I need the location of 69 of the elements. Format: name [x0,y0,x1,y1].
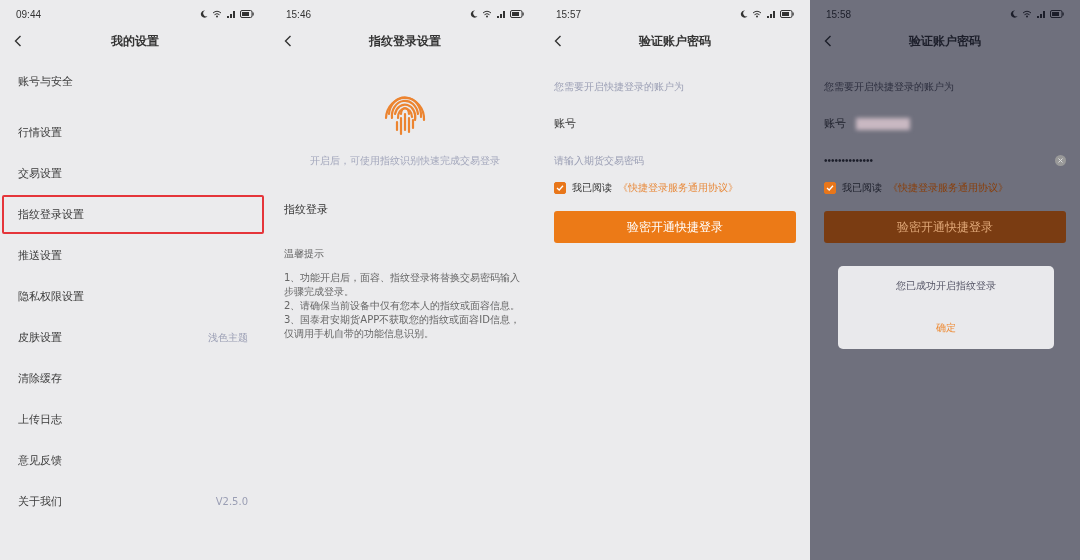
highlighted-settings-item[interactable]: 指纹登录设置 [2,195,264,234]
moon-icon [1010,10,1018,18]
checkbox[interactable] [554,182,566,194]
moon-icon [740,10,748,18]
settings-item[interactable]: 交易设置 [2,154,264,193]
password-field[interactable]: 请输入期货交易密码 [554,155,796,166]
settings-item[interactable]: 上传日志 [2,400,264,439]
battery-icon [240,10,254,18]
item-value: V2.5.0 [215,496,248,507]
battery-icon [780,10,794,18]
settings-item[interactable]: 皮肤设置 浅色主题 [2,318,264,357]
screen-title: 验证账户密码 [909,32,981,50]
caption-text: 开启后，可使用指纹识别快速完成交易登录 [310,154,500,168]
clear-icon[interactable] [1055,155,1066,166]
item-label: 隐私权限设置 [18,289,84,304]
item-label: 皮肤设置 [18,330,62,345]
tips-title: 温馨提示 [284,247,325,261]
settings-item[interactable]: 关于我们 V2.5.0 [2,482,264,521]
item-label: 清除缓存 [18,371,62,386]
back-icon[interactable] [554,35,562,47]
item-label: 关于我们 [18,494,62,509]
item-label: 推送设置 [18,248,62,263]
signal-icon [1036,10,1046,18]
moon-icon [200,10,208,18]
signal-icon [226,10,236,18]
wifi-icon [212,10,222,18]
item-label: 意见反馈 [18,453,62,468]
verify-button[interactable]: 验密开通快捷登录 [824,211,1066,243]
item-label: 交易设置 [18,166,62,181]
settings-item[interactable]: 推送设置 [2,236,264,275]
item-label: 指纹登录设置 [18,207,84,222]
agree-text: 我已阅读 [572,181,612,195]
account-label: 账号 [824,116,846,131]
agree-text: 我已阅读 [842,181,882,195]
moon-icon [470,10,478,18]
settings-item[interactable]: 隐私权限设置 [2,277,264,316]
back-icon[interactable] [284,35,292,47]
wifi-icon [752,10,762,18]
settings-item[interactable]: 行情设置 [2,113,264,152]
dialog-message: 您已成功开启指纹登录 [896,279,996,294]
settings-item[interactable]: 清除缓存 [2,359,264,398]
checkbox[interactable] [824,182,836,194]
signal-icon [496,10,506,18]
signal-icon [766,10,776,18]
account-label: 账号 [554,116,576,131]
screen-title: 我的设置 [111,32,159,50]
status-time: 15:58 [826,8,852,20]
item-value: 浅色主题 [208,330,248,345]
status-time: 15:46 [286,8,312,20]
back-icon[interactable] [14,35,22,47]
item-label: 上传日志 [18,412,62,427]
item-label: 账号与安全 [18,74,73,89]
screen-title: 指纹登录设置 [369,32,441,50]
tip-text: 3、国泰君安期货APP不获取您的指纹或面容ID信息，仅调用手机自带的功能信息识别。 [284,313,521,341]
option-label: 指纹登录 [284,202,329,217]
wifi-icon [482,10,492,18]
status-time: 09:44 [16,8,42,20]
settings-item[interactable]: 意见反馈 [2,441,264,480]
item-label: 行情设置 [18,125,62,140]
tip-text: 2、请确保当前设备中仅有您本人的指纹或面容信息。 [284,299,522,313]
caption-text: 您需要开启快捷登录的账户为 [554,79,684,94]
wifi-icon [1022,10,1032,18]
status-time: 15:57 [556,8,582,20]
settings-item[interactable]: 账号与安全 [2,62,264,101]
battery-icon [510,10,524,18]
battery-icon [1050,10,1064,18]
screen-title: 验证账户密码 [639,32,711,50]
tip-text: 1、功能开启后，面容、指纹登录将替换交易密码输入步骤完成登录。 [284,271,522,299]
back-icon[interactable] [824,35,832,47]
